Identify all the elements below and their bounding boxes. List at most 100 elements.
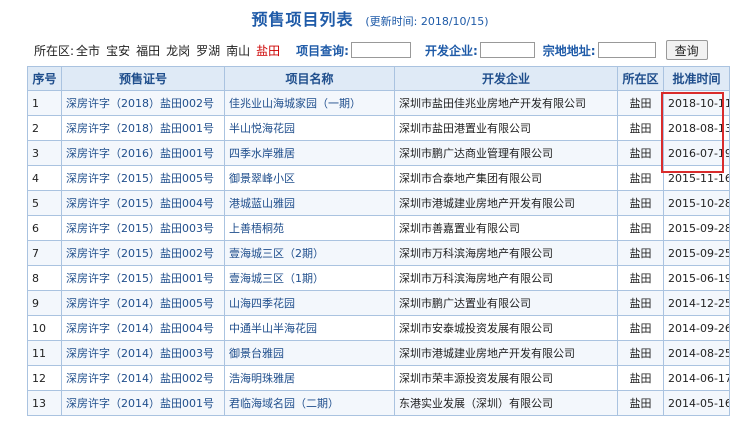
search-button[interactable]: 查询 [665,40,708,60]
project-link[interactable]: 港城蓝山雅园 [229,197,295,210]
approval-date-cell: 2014-05-16 [663,390,730,416]
license-link[interactable]: 深房许字（2016）盐田001号 [66,147,214,160]
approval-date-cell: 2015-09-25 [663,240,730,266]
approval-date-cell: 2018-08-13 [663,115,730,141]
district-cell: 盐田 [617,90,664,116]
developer-search-label: 开发企业: [424,43,478,58]
table-row: 1 深房许字（2018）盐田002号 佳兆业山海城家园（一期） 深圳市盐田佳兆业房地产… [27,90,730,116]
row-number: 10 [27,315,62,341]
district-cell: 盐田 [617,340,664,366]
project-search-input[interactable] [350,42,411,58]
developer-cell: 深圳市万科滨海房地产有限公司 [394,265,618,291]
project-link[interactable]: 君临海域名园（二期） [229,397,339,410]
district-cell: 盐田 [617,115,664,141]
license-cell: 深房许字（2014）盐田004号 [61,315,225,341]
row-number: 11 [27,340,62,366]
project-link[interactable]: 壹海城三区（1期） [229,272,324,285]
license-link[interactable]: 深房许字（2014）盐田002号 [66,372,214,385]
district-cell: 盐田 [617,240,664,266]
col-header-district: 所在区 [617,66,664,91]
col-header-license: 预售证号 [61,66,225,91]
project-link[interactable]: 四季水岸雅居 [229,147,295,160]
license-link[interactable]: 深房许字（2015）盐田001号 [66,272,214,285]
license-link[interactable]: 深房许字（2014）盐田003号 [66,347,214,360]
address-search-label: 宗地地址: [542,43,596,58]
project-link[interactable]: 御景台雅园 [229,347,284,360]
col-header-date: 批准时间 [663,66,730,91]
license-cell: 深房许字（2016）盐田001号 [61,140,225,166]
district-cell: 盐田 [617,215,664,241]
district-cell: 盐田 [617,365,664,391]
district-longgang[interactable]: 龙岗 [166,42,190,59]
license-cell: 深房许字（2014）盐田001号 [61,390,225,416]
license-cell: 深房许字（2015）盐田003号 [61,215,225,241]
district-futian[interactable]: 福田 [136,42,160,59]
project-link[interactable]: 浩海明珠雅居 [229,372,295,385]
district-cell: 盐田 [617,315,664,341]
developer-cell: 深圳市荣丰源投资发展有限公司 [394,365,618,391]
developer-cell: 深圳市港城建业房地产开发有限公司 [394,190,618,216]
license-link[interactable]: 深房许字（2018）盐田001号 [66,122,214,135]
address-search-input[interactable] [597,42,656,58]
project-link[interactable]: 中通半山半海花园 [229,322,317,335]
row-number: 4 [27,165,62,191]
district-cell: 盐田 [617,190,664,216]
project-cell: 壹海城三区（2期） [224,240,395,266]
project-cell: 壹海城三区（1期） [224,265,395,291]
district-baoan[interactable]: 宝安 [106,42,130,59]
project-cell: 四季水岸雅居 [224,140,395,166]
developer-cell: 深圳市安泰城投资发展有限公司 [394,315,618,341]
approval-date-cell: 2018-10-11 [663,90,730,116]
table-row: 4 深房许字（2015）盐田005号 御景翠峰小区 深圳市合泰地产集团有限公司 盐田 20… [27,165,730,191]
district-luohu[interactable]: 罗湖 [196,42,220,59]
row-number: 8 [27,265,62,291]
project-link[interactable]: 山海四季花园 [229,297,295,310]
table-row: 8 深房许字（2015）盐田001号 壹海城三区（1期） 深圳市万科滨海房地产有限公司… [27,265,730,291]
license-cell: 深房许字（2018）盐田002号 [61,90,225,116]
approval-date-cell: 2014-06-17 [663,365,730,391]
developer-search-input[interactable] [479,42,535,58]
developer-cell: 深圳市盐田港置业有限公司 [394,115,618,141]
district-all[interactable]: 全市 [76,42,100,59]
license-link[interactable]: 深房许字（2014）盐田004号 [66,322,214,335]
approval-date-cell: 2014-09-26 [663,315,730,341]
license-link[interactable]: 深房许字（2015）盐田004号 [66,197,214,210]
approval-date-cell: 2015-10-28 [663,190,730,216]
table-header-row: 序号 预售证号 项目名称 开发企业 所在区 批准时间 [27,66,730,91]
row-number: 5 [27,190,62,216]
license-link[interactable]: 深房许字（2014）盐田001号 [66,397,214,410]
license-link[interactable]: 深房许字（2015）盐田005号 [66,172,214,185]
project-cell: 佳兆业山海城家园（一期） [224,90,395,116]
developer-cell: 东港实业发展（深圳）有限公司 [394,390,618,416]
district-label: 所在区: [34,43,75,58]
project-cell: 半山悦海花园 [224,115,395,141]
approval-date-cell: 2015-11-16 [663,165,730,191]
table-row: 12 深房许字（2014）盐田002号 浩海明珠雅居 深圳市荣丰源投资发展有限公司 盐田… [27,365,730,391]
developer-cell: 深圳市鹏广达商业管理有限公司 [394,140,618,166]
table-row: 7 深房许字（2015）盐田002号 壹海城三区（2期） 深圳市万科滨海房地产有限公司… [27,240,730,266]
license-link[interactable]: 深房许字（2015）盐田002号 [66,247,214,260]
district-yantian[interactable]: 盐田 [256,42,280,59]
project-link[interactable]: 壹海城三区（2期） [229,247,324,260]
project-link[interactable]: 上善梧桐苑 [229,222,284,235]
col-header-developer: 开发企业 [394,66,618,91]
project-link[interactable]: 御景翠峰小区 [229,172,295,185]
district-nanshan[interactable]: 南山 [226,42,250,59]
developer-cell: 深圳市善嘉置业有限公司 [394,215,618,241]
row-number: 9 [27,290,62,316]
license-cell: 深房许字（2014）盐田002号 [61,365,225,391]
table-row: 2 深房许字（2018）盐田001号 半山悦海花园 深圳市盐田港置业有限公司 盐田 201… [27,115,730,141]
approval-date-cell: 2014-12-25 [663,290,730,316]
table-row: 10 深房许字（2014）盐田004号 中通半山半海花园 深圳市安泰城投资发展有限公司… [27,315,730,341]
license-cell: 深房许字（2015）盐田005号 [61,165,225,191]
project-link[interactable]: 佳兆业山海城家园（一期） [229,97,361,110]
license-link[interactable]: 深房许字（2015）盐田003号 [66,222,214,235]
license-link[interactable]: 深房许字（2014）盐田005号 [66,297,214,310]
project-cell: 浩海明珠雅居 [224,365,395,391]
district-cell: 盐田 [617,265,664,291]
page-title: 预售项目列表 [251,10,354,29]
row-number: 13 [27,390,62,416]
project-cell: 港城蓝山雅园 [224,190,395,216]
project-link[interactable]: 半山悦海花园 [229,122,295,135]
license-link[interactable]: 深房许字（2018）盐田002号 [66,97,214,110]
